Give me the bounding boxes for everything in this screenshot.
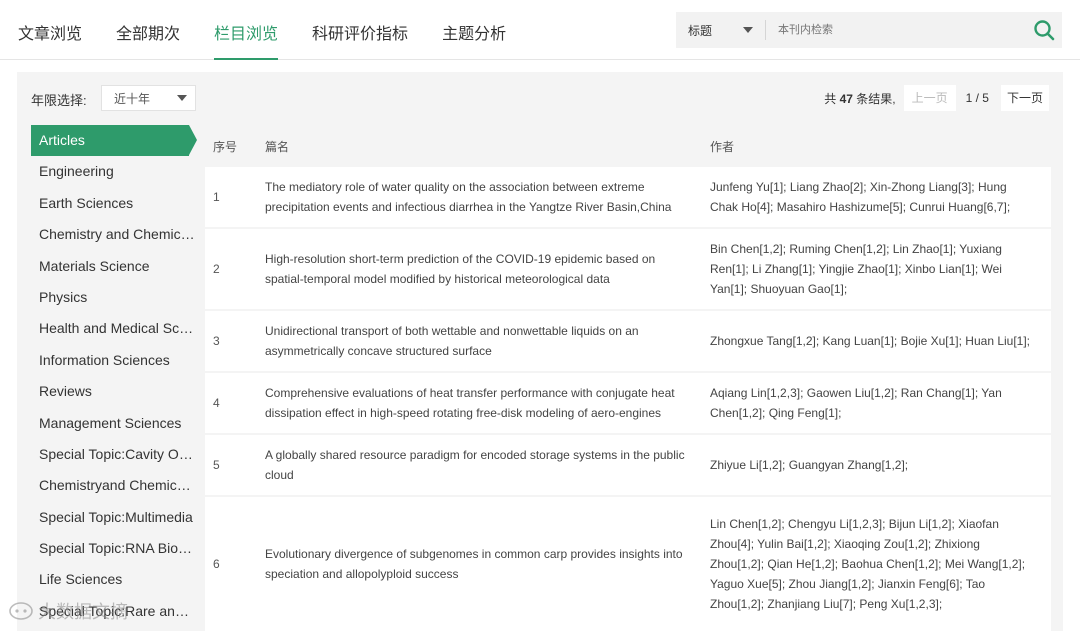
top-navigation: 文章浏览 全部期次 栏目浏览 科研评价指标 主题分析 标题: [0, 0, 1080, 60]
nav-tabs: 文章浏览 全部期次 栏目浏览 科研评价指标 主题分析: [18, 22, 540, 60]
sidebar-item-life-sciences[interactable]: Life Sciences: [31, 564, 195, 595]
table-row: 1 The mediatory role of water quality on…: [205, 167, 1051, 229]
year-filter-value: 近十年: [114, 91, 151, 106]
article-title-link[interactable]: Evolutionary divergence of subgenomes in…: [257, 544, 702, 584]
table-header: 序号 篇名 作者: [205, 125, 1051, 167]
header-author: 作者: [710, 139, 735, 154]
table-row: 2 High-resolution short-term prediction …: [205, 229, 1051, 311]
article-title-link[interactable]: A globally shared resource paradigm for …: [257, 445, 702, 485]
caret-down-icon: [177, 95, 187, 101]
year-filter-label: 年限选择:: [31, 93, 87, 108]
header-no: 序号: [213, 139, 238, 154]
article-title-link[interactable]: High-resolution short-term prediction of…: [257, 249, 702, 289]
table-row: 4 Comprehensive evaluations of heat tran…: [205, 373, 1051, 435]
article-authors: Lin Chen[1,2]; Chengyu Li[1,2,3]; Bijun …: [710, 517, 1026, 611]
search-box: 标题: [676, 12, 1062, 48]
article-authors: Bin Chen[1,2]; Ruming Chen[1,2]; Lin Zha…: [710, 242, 1002, 296]
sidebar-item-health-medical[interactable]: Health and Medical Sciences: [31, 313, 195, 344]
table-row: 5 A globally shared resource paradigm fo…: [205, 435, 1051, 497]
column-sidebar: Articles Engineering Earth Sciences Chem…: [31, 125, 197, 627]
watermark-logo-icon: [9, 602, 33, 620]
tab-topic-analysis[interactable]: 主题分析: [442, 22, 506, 60]
search-icon: [1034, 20, 1055, 41]
table-row: 6 Evolutionary divergence of subgenomes …: [205, 497, 1051, 631]
row-no: 6: [213, 557, 220, 571]
caret-down-icon: [743, 27, 753, 33]
year-filter-select[interactable]: 近十年: [101, 85, 196, 111]
sidebar-item-information-sciences[interactable]: Information Sciences: [31, 345, 195, 376]
tab-research-metrics[interactable]: 科研评价指标: [312, 22, 408, 60]
article-title-link[interactable]: Unidirectional transport of both wettabl…: [257, 321, 702, 361]
search-button[interactable]: [1026, 12, 1062, 48]
tab-all-issues[interactable]: 全部期次: [116, 22, 180, 60]
prev-page-button[interactable]: 上一页: [903, 85, 956, 111]
search-field-value: 标题: [688, 23, 713, 38]
content-panel: 年限选择: 近十年 共 47 条结果, 上一页 1 / 5 下一页 Articl…: [17, 72, 1063, 631]
sidebar-item-articles[interactable]: Articles: [31, 125, 197, 157]
sidebar-item-materials-science[interactable]: Materials Science: [31, 251, 195, 282]
search-field-select[interactable]: 标题: [676, 20, 766, 40]
row-no: 5: [213, 458, 220, 472]
sidebar-item-reviews[interactable]: Reviews: [31, 376, 195, 407]
pagination: 共 47 条结果, 上一页 1 / 5 下一页: [824, 85, 1049, 111]
tab-column-browse[interactable]: 栏目浏览: [214, 22, 279, 60]
row-no: 2: [213, 262, 220, 276]
sidebar-item-earth-sciences[interactable]: Earth Sciences: [31, 188, 195, 219]
table-row: 3 Unidirectional transport of both wetta…: [205, 311, 1051, 373]
header-title: 篇名: [265, 139, 290, 154]
search-input[interactable]: [766, 12, 1026, 48]
next-page-button[interactable]: 下一页: [1000, 85, 1049, 111]
article-authors: Zhongxue Tang[1,2]; Kang Luan[1]; Bojie …: [710, 334, 1031, 348]
row-no: 4: [213, 396, 220, 410]
sidebar-item-chemistry[interactable]: Chemistry and Chemical Engineering: [31, 219, 195, 250]
article-title-link[interactable]: Comprehensive evaluations of heat transf…: [257, 383, 702, 423]
article-title-link[interactable]: The mediatory role of water quality on t…: [257, 177, 702, 217]
sidebar-item-topic-rna[interactable]: Special Topic:RNA Biology: [31, 533, 195, 564]
article-authors: Zhiyue Li[1,2]; Guangyan Zhang[1,2];: [710, 458, 909, 472]
watermark: 大数据文摘: [8, 598, 128, 624]
article-authors: Aqiang Lin[1,2,3]; Gaowen Liu[1,2]; Ran …: [710, 386, 1002, 420]
page-indicator: 1 / 5: [965, 91, 989, 105]
sidebar-item-engineering[interactable]: Engineering: [31, 156, 195, 187]
sidebar-item-topic-multimedia[interactable]: Special Topic:Multimedia: [31, 502, 195, 533]
row-no: 1: [213, 190, 220, 204]
sidebar-item-management-sciences[interactable]: Management Sciences: [31, 408, 195, 439]
article-authors: Junfeng Yu[1]; Liang Zhao[2]; Xin-Zhong …: [710, 180, 1011, 214]
result-count: 共 47 条结果,: [824, 91, 896, 106]
sidebar-item-chemistryand[interactable]: Chemistryand Chemical Engineering: [31, 470, 195, 501]
watermark-text: 大数据文摘: [38, 602, 128, 622]
article-table: 序号 篇名 作者 1 The mediatory role of water q…: [205, 125, 1051, 631]
row-no: 3: [213, 334, 220, 348]
sidebar-item-topic-cavity[interactable]: Special Topic:Cavity Optomechanics: [31, 439, 195, 470]
sidebar-item-physics[interactable]: Physics: [31, 282, 195, 313]
tab-article-browse[interactable]: 文章浏览: [18, 22, 82, 60]
